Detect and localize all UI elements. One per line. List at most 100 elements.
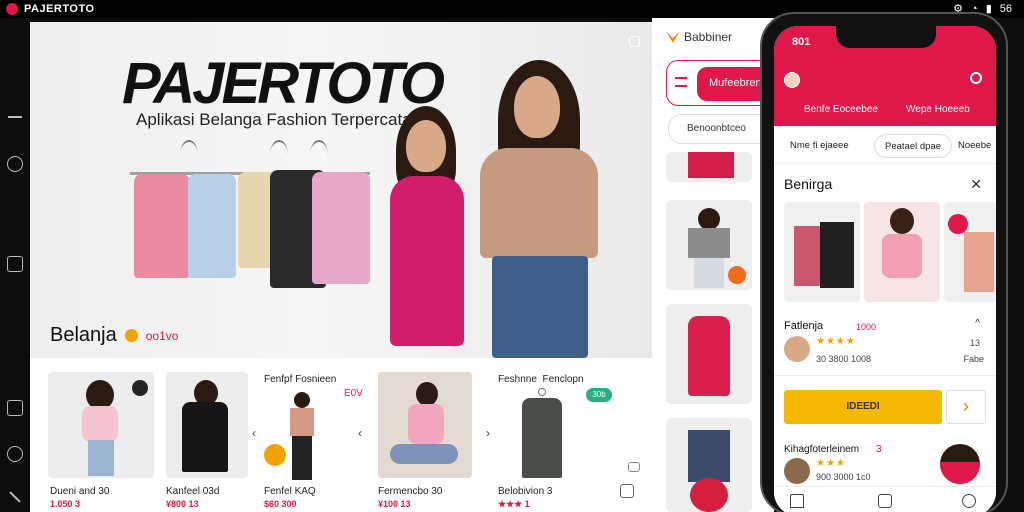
section-title: Benirga	[784, 176, 833, 192]
middle-panel: Babbiner Mufeebren Benoonbtceo	[652, 18, 774, 512]
phone-chip-row: Nme fi ejaeee Peatael dpae Noeebe	[774, 126, 996, 164]
chevron-up-icon[interactable]: ^	[975, 318, 980, 329]
item-name: Fatlenja	[784, 320, 824, 332]
middle-chip[interactable]: Benoonbtceo	[668, 114, 774, 144]
prev-arrow-icon[interactable]: ‹	[252, 426, 256, 440]
middle-brand-label: Babbiner	[684, 30, 733, 44]
chevron-right-icon[interactable]: ›	[946, 390, 986, 424]
rail-camera-icon[interactable]	[7, 446, 23, 462]
close-icon[interactable]: ✕	[970, 176, 982, 193]
phone-item-row[interactable]: Fatlenja 1000 ★★★★ 30 3800 1008 ^ 13 Fab…	[774, 310, 996, 376]
chat-icon[interactable]	[629, 36, 640, 47]
rail-tag-icon[interactable]	[7, 400, 23, 416]
item-side-top: 13	[969, 338, 980, 348]
item-count: 3	[876, 444, 882, 455]
item-rating: ★★★	[816, 458, 846, 469]
phone-item-row[interactable]: Kihagfoterleinem 3 ★★★ 900 3000 1c0	[774, 436, 996, 486]
product-price: ¥800 13	[166, 499, 199, 509]
middle-brand: Babbiner	[666, 30, 732, 44]
brand-logo-icon	[666, 31, 680, 43]
buy-button[interactable]: IDEEDI	[784, 390, 942, 424]
hero-banner[interactable]: PAJERTOTO Aplikasi Belanga Fashion Terpe…	[30, 22, 652, 358]
phone-notch	[836, 26, 936, 48]
product-strip: Dueni and 30 1.050 3 Kanfeel 03d ¥800 13…	[30, 358, 652, 512]
bag-icon[interactable]	[620, 484, 634, 498]
smile-icon	[124, 329, 138, 342]
tab-right[interactable]: Wepe Hoeeeb	[906, 104, 970, 115]
promo-badge-icon[interactable]	[264, 444, 286, 466]
hero-tag: oo1vo	[145, 328, 179, 343]
product-rating: ★★★ 1	[498, 499, 530, 509]
add-icon[interactable]	[132, 380, 148, 396]
product-name: Dueni and 30	[50, 486, 110, 497]
item-meta: 900 3000 1c0	[816, 472, 871, 482]
hero-shop-label: Belanja	[50, 324, 117, 346]
avatar	[784, 336, 810, 362]
phone-product-image[interactable]	[864, 202, 940, 302]
product-image[interactable]	[520, 388, 564, 478]
product-card-title: Feshnne Fenclopn	[498, 374, 584, 385]
product-name: Fenfel KAQ	[264, 486, 316, 497]
middle-search-bar[interactable]: Mufeebren	[666, 60, 774, 106]
menu-icon[interactable]	[675, 77, 687, 87]
rail-share-icon[interactable]	[9, 491, 21, 503]
signal-icon: ▮	[985, 3, 992, 15]
product-card[interactable]	[166, 372, 248, 478]
item-rating: ★★★★	[816, 336, 856, 347]
hanger-icon	[270, 140, 288, 170]
tab-left[interactable]: Benfe Eoceebee	[804, 104, 878, 115]
middle-product-card[interactable]	[666, 152, 752, 182]
product-name: Fermencbo 30	[378, 486, 443, 497]
next-arrow-icon[interactable]: ‹	[358, 426, 362, 440]
middle-product-card[interactable]	[666, 418, 752, 512]
hero-bottom-row: Belanja oo1vo	[50, 324, 178, 347]
favorite-icon	[948, 214, 968, 234]
phone-product-image[interactable]	[784, 202, 860, 302]
filter-chip[interactable]: Peatael dpae	[874, 134, 952, 158]
add-icon	[728, 266, 746, 284]
avatar	[784, 458, 810, 484]
avatar[interactable]	[784, 72, 800, 88]
product-price: 1.050 3	[50, 499, 81, 509]
bottom-nav	[774, 486, 996, 512]
product-card-sub: E0V	[344, 388, 363, 399]
product-price: ¥100 13	[378, 499, 411, 509]
middle-product-card[interactable]	[666, 200, 752, 290]
rail-divider	[8, 116, 22, 118]
item-price: 1000	[856, 322, 877, 332]
app-title: PAJERTOTO	[24, 3, 95, 15]
blue-shirt	[188, 174, 236, 278]
filter-chip[interactable]: Noeebe	[948, 134, 996, 158]
bag-icon[interactable]	[878, 494, 892, 508]
phone-time: 801	[792, 36, 811, 48]
product-card-title: Fenfpf Fosnieen	[264, 374, 337, 385]
left-rail	[0, 18, 30, 512]
rail-window-icon[interactable]	[7, 256, 23, 272]
camera-icon[interactable]	[628, 462, 640, 472]
middle-product-card[interactable]	[666, 304, 752, 404]
item-side-bottom: Fabe	[963, 354, 984, 364]
product-name: Kanfeel 03d	[166, 486, 220, 497]
pink-shirt	[134, 174, 190, 278]
discount-badge: 30b	[586, 388, 612, 402]
next-arrow-icon[interactable]: ›	[486, 426, 490, 440]
profile-icon[interactable]	[962, 494, 976, 508]
home-icon[interactable]	[790, 494, 804, 508]
avatar	[940, 444, 980, 484]
item-name: Kihagfoterleinem	[784, 444, 860, 455]
product-card[interactable]	[378, 372, 472, 478]
item-meta: 30 3800 1008	[816, 354, 872, 364]
phone-screen: 801 Benfe Eoceebee Wepe Hoeeeb Nme fi ej…	[774, 26, 996, 512]
phone-product-image[interactable]	[944, 202, 996, 302]
filter-chip[interactable]: Nme fi ejaeee	[780, 134, 859, 158]
phone-mockup: 801 Benfe Eoceebee Wepe Hoeeeb Nme fi ej…	[760, 12, 1008, 512]
product-image[interactable]	[286, 392, 318, 482]
search-icon[interactable]	[970, 72, 982, 84]
product-price: $60 300	[264, 499, 297, 509]
hanger-icon	[310, 140, 328, 170]
hanger-icon	[180, 140, 198, 170]
rail-clock-icon[interactable]	[7, 156, 23, 172]
model-right	[466, 60, 616, 358]
product-name: Belobivion 3	[498, 486, 553, 497]
battery-text: 56	[999, 2, 1012, 15]
